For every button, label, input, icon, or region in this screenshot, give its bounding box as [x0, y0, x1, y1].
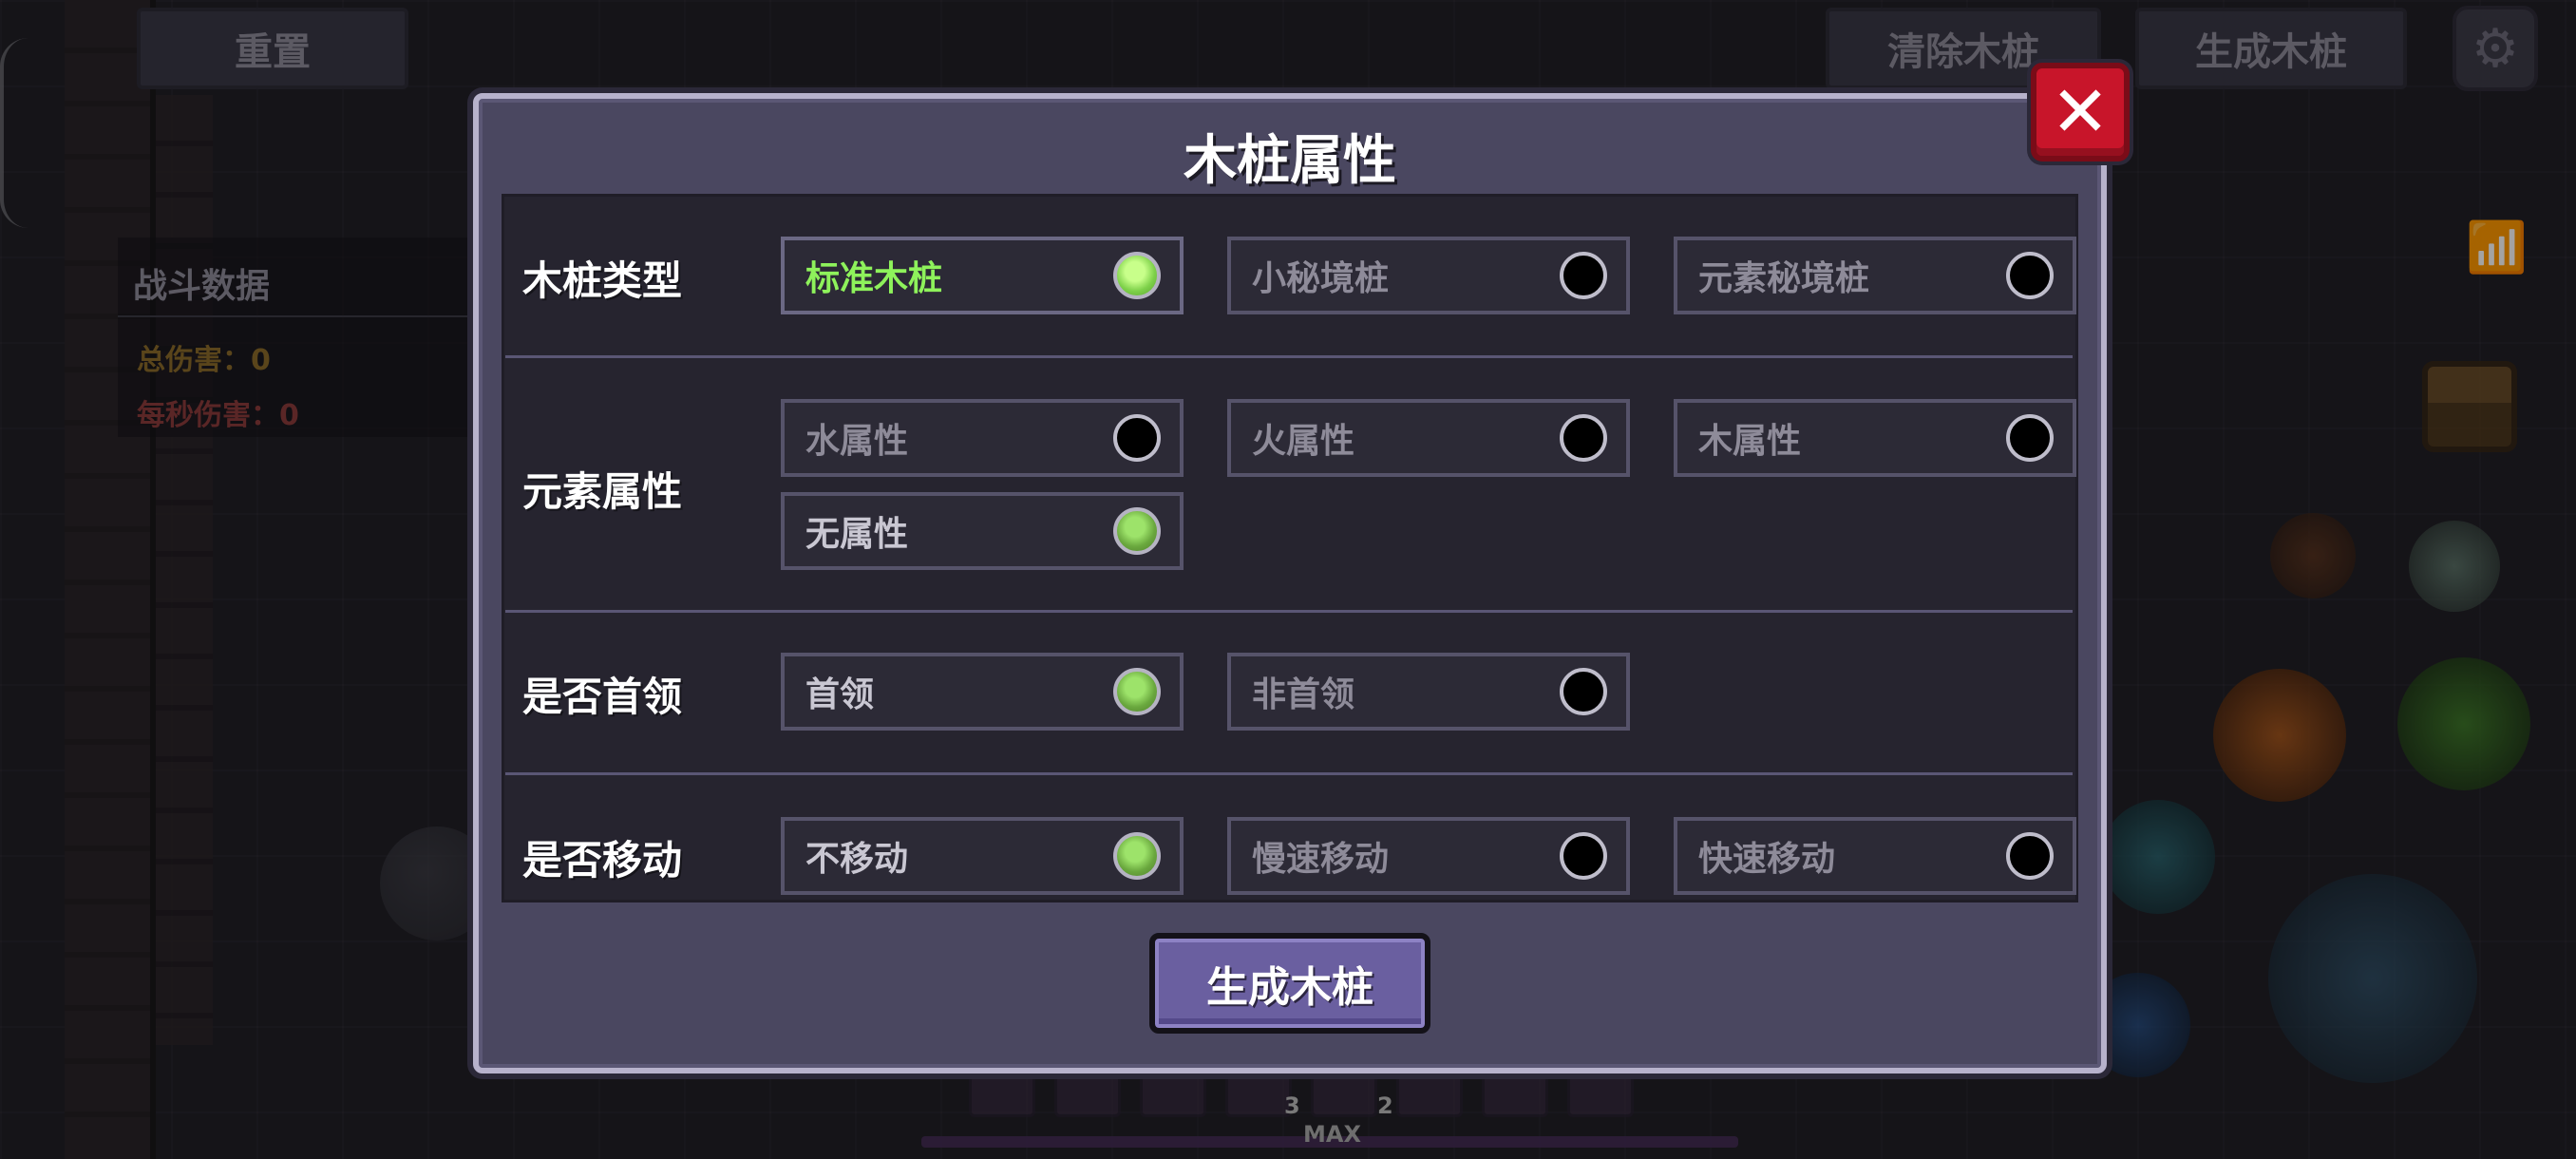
close-icon[interactable]: ✕ — [2031, 63, 2130, 162]
option-small-realm-stake[interactable]: 小秘境桩 — [1227, 237, 1630, 314]
option-label: 火属性 — [1252, 422, 1355, 461]
row-divider — [505, 355, 2073, 358]
row-label-movement: 是否移动 — [522, 837, 683, 884]
option-standard-stake[interactable]: 标准木桩 — [781, 237, 1184, 314]
row-divider — [505, 610, 2073, 613]
option-wood[interactable]: 木属性 — [1674, 399, 2076, 477]
option-label: 无属性 — [805, 515, 909, 554]
option-no-move[interactable]: 不移动 — [781, 817, 1184, 895]
option-label: 慢速移动 — [1252, 840, 1390, 879]
radio-empty-icon — [1560, 832, 1607, 880]
row-divider — [505, 772, 2073, 775]
row-label-element: 元素属性 — [522, 468, 683, 515]
option-slow-move[interactable]: 慢速移动 — [1227, 817, 1630, 895]
radio-selected-icon — [1113, 507, 1161, 555]
option-fire[interactable]: 火属性 — [1227, 399, 1630, 477]
radio-empty-icon — [1560, 414, 1607, 462]
radio-selected-icon — [1113, 668, 1161, 715]
option-label: 不移动 — [805, 840, 909, 879]
radio-empty-icon — [1113, 414, 1161, 462]
radio-selected-icon — [1113, 832, 1161, 880]
option-boss[interactable]: 首领 — [781, 653, 1184, 731]
generate-stake-button[interactable]: 生成木桩 — [1149, 933, 1430, 1034]
option-label: 非首领 — [1252, 675, 1355, 714]
option-label: 木属性 — [1698, 422, 1802, 461]
option-not-boss[interactable]: 非首领 — [1227, 653, 1630, 731]
row-label-boss: 是否首领 — [522, 674, 683, 720]
option-label: 首领 — [805, 675, 875, 714]
option-fast-move[interactable]: 快速移动 — [1674, 817, 2076, 895]
radio-empty-icon — [2006, 414, 2054, 462]
radio-selected-icon — [1113, 252, 1161, 299]
radio-empty-icon — [1560, 668, 1607, 715]
option-element-realm-stake[interactable]: 元素秘境桩 — [1674, 237, 2076, 314]
radio-empty-icon — [1560, 252, 1607, 299]
option-water[interactable]: 水属性 — [781, 399, 1184, 477]
option-label: 小秘境桩 — [1252, 259, 1390, 298]
row-label-stake-type: 木桩类型 — [522, 257, 683, 304]
radio-empty-icon — [2006, 252, 2054, 299]
dialog-title: 木桩属性 — [1184, 130, 1396, 192]
option-label: 快速移动 — [1698, 840, 1836, 879]
option-label: 元素秘境桩 — [1698, 259, 1870, 298]
option-label: 标准木桩 — [805, 259, 943, 298]
option-label: 水属性 — [805, 422, 909, 461]
radio-empty-icon — [2006, 832, 2054, 880]
option-no-element[interactable]: 无属性 — [781, 492, 1184, 570]
